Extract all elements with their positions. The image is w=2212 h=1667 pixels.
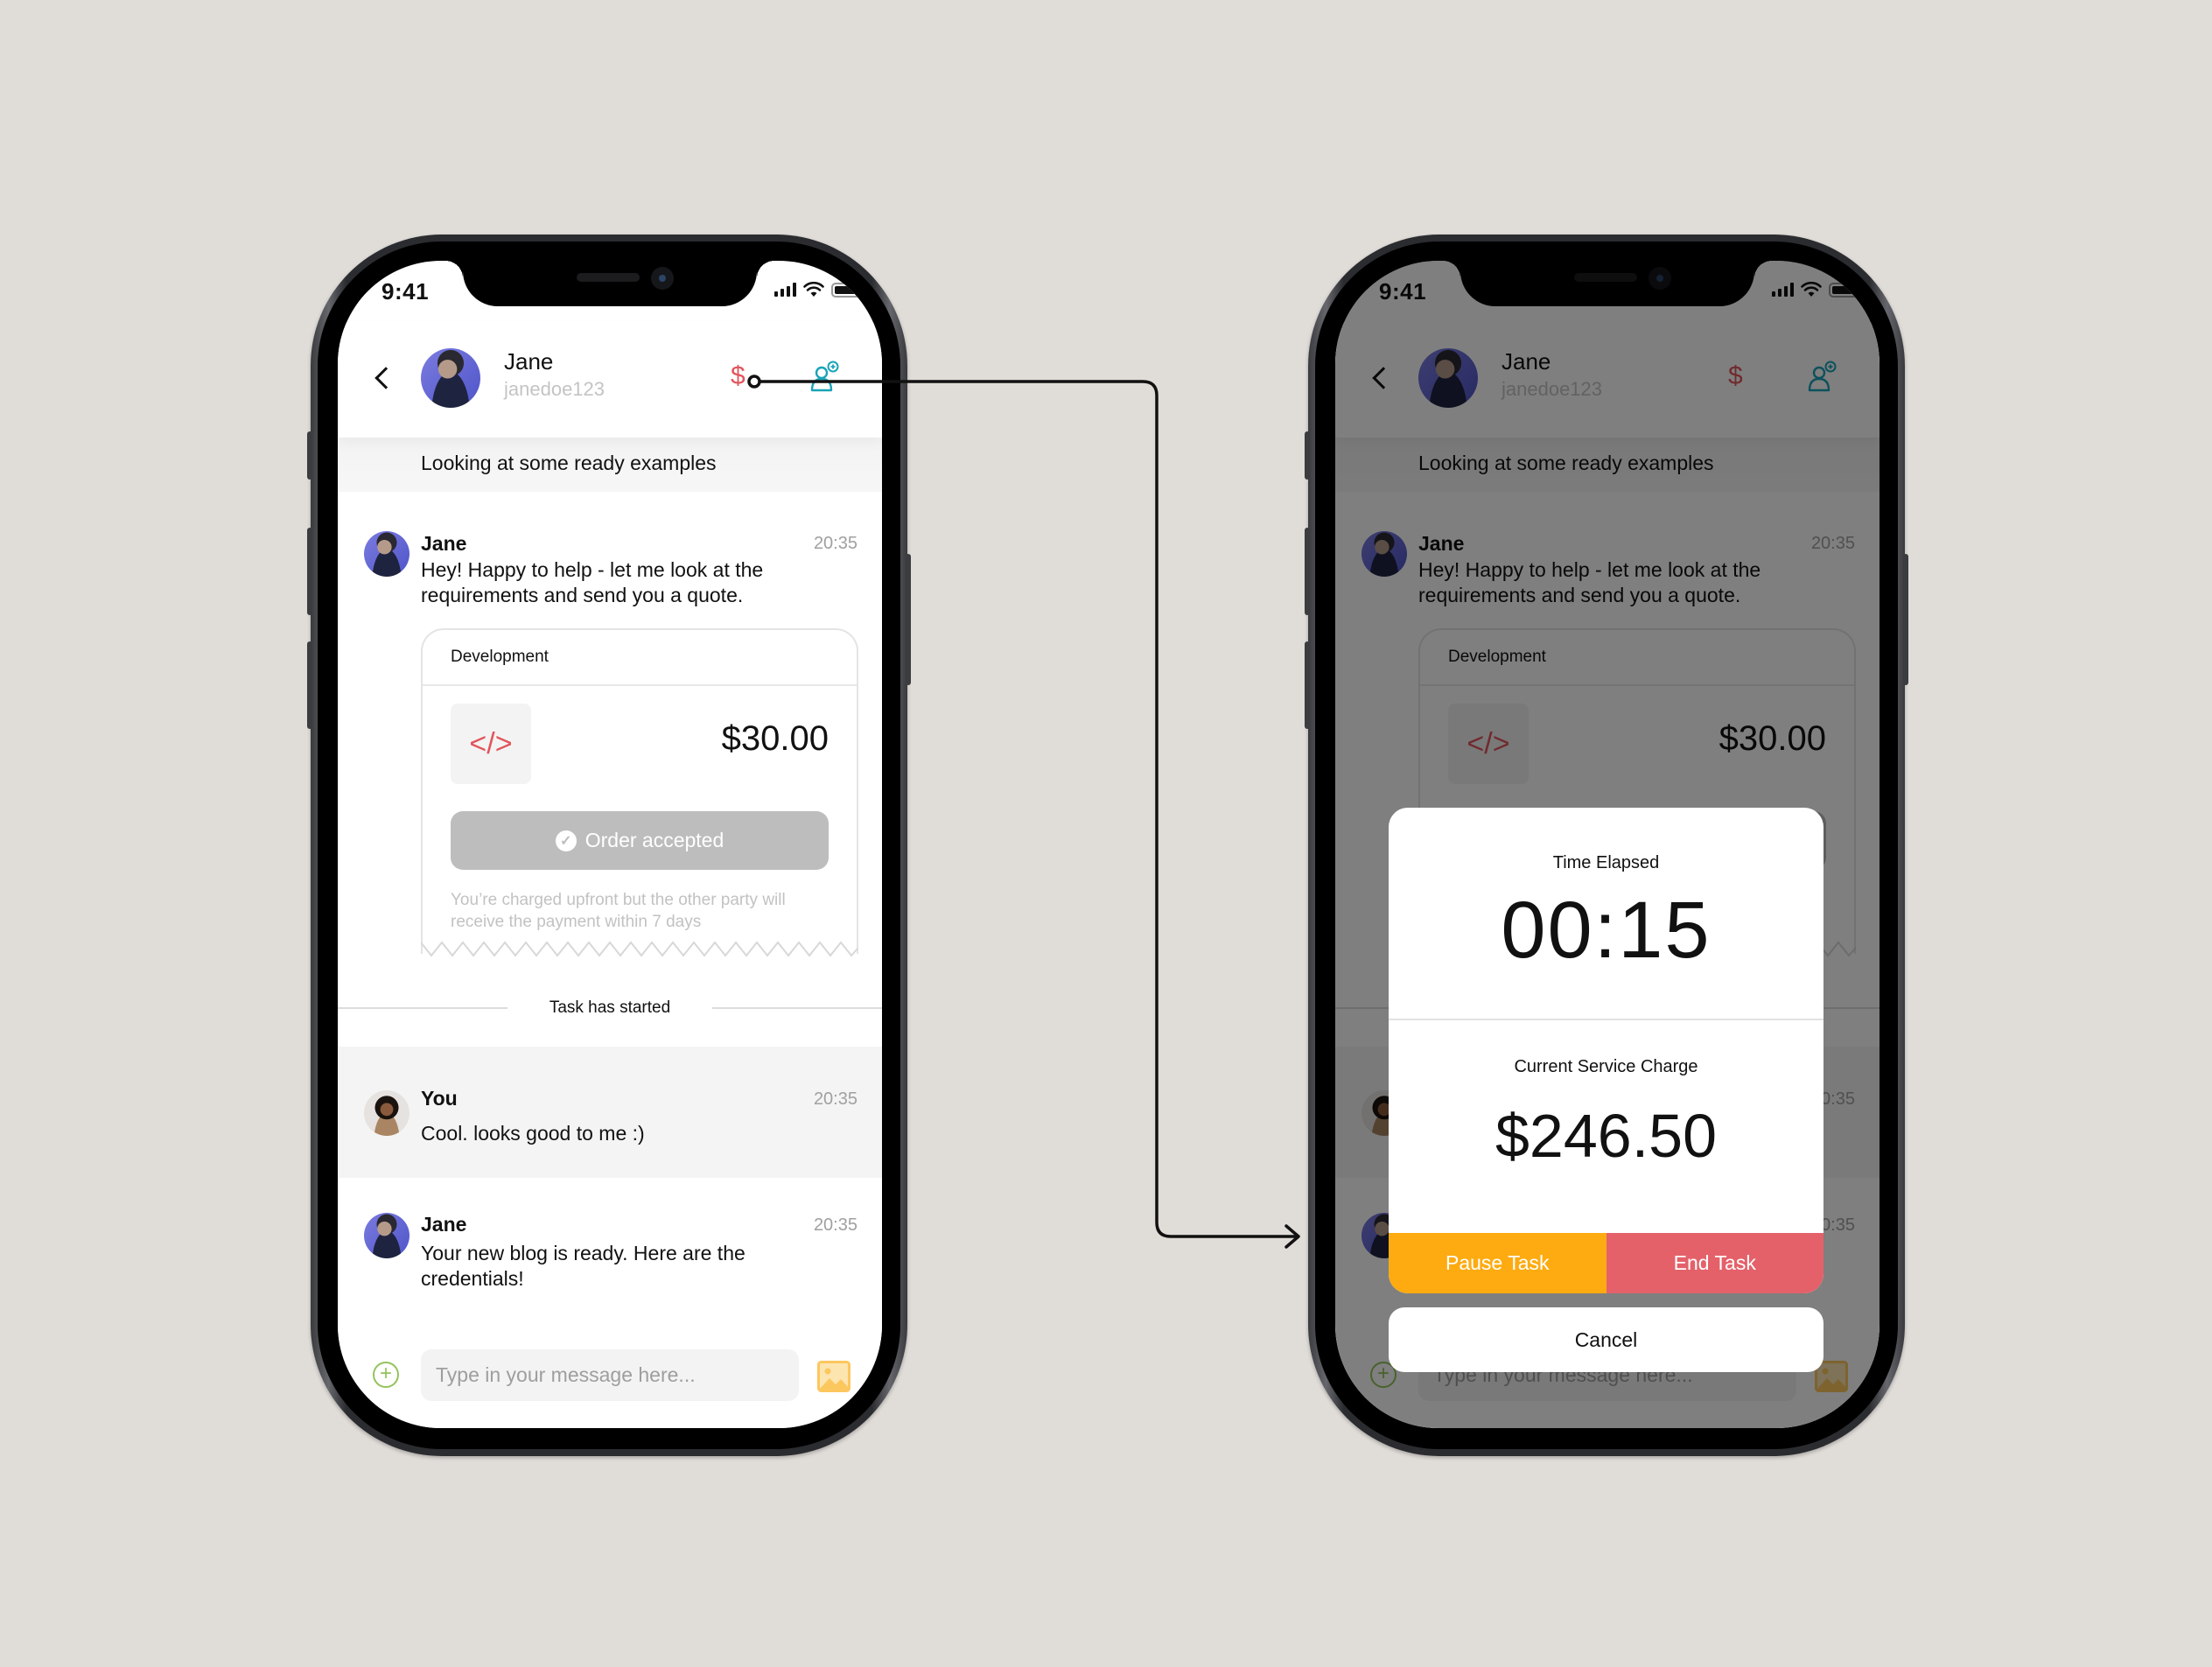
battery-icon — [831, 282, 865, 298]
volume-down-button — [1305, 641, 1310, 729]
code-icon: </> — [451, 704, 531, 784]
back-icon[interactable] — [374, 367, 397, 389]
power-button — [906, 554, 911, 685]
volume-up-button — [1305, 528, 1310, 615]
arrow-head-icon — [1284, 1224, 1300, 1249]
service-charge-value: $246.50 — [1494, 1102, 1718, 1170]
divider — [423, 684, 857, 686]
message-jane-2: Jane 20:35 Your new blog is ready. Here … — [338, 1178, 882, 1321]
modal-divider — [1389, 1019, 1824, 1020]
message-time: 20:35 — [813, 1215, 858, 1235]
contact-name: Jane — [504, 348, 554, 375]
sender-avatar — [364, 1213, 410, 1258]
phone-chat-screen: 9:41 Looking at some ready examples Jane… — [307, 235, 911, 1456]
sender-name: You — [421, 1087, 458, 1110]
end-task-button[interactable]: End Task — [1606, 1233, 1824, 1293]
time-elapsed-value: 00:15 — [1501, 886, 1712, 975]
check-circle-icon: ✓ — [555, 830, 577, 851]
contact-username: janedoe123 — [504, 378, 606, 400]
quote-card: Development </> $30.00 ✓ Order accepted … — [421, 628, 858, 957]
message-input[interactable] — [421, 1349, 799, 1401]
message-time: 20:35 — [813, 1089, 858, 1109]
camera — [651, 267, 674, 290]
message-text: Your new blog is ready. Here are the cre… — [421, 1242, 746, 1290]
wifi-icon — [803, 282, 824, 297]
message-you-1: You 20:35 Cool. looks good to me :) — [338, 1047, 882, 1178]
signal-icon — [774, 283, 796, 297]
order-accepted-button[interactable]: ✓ Order accepted — [451, 811, 829, 870]
volume-up-button — [307, 528, 312, 615]
task-timer-modal: Time Elapsed 00:15 Current Service Charg… — [1389, 808, 1824, 1293]
previous-message-text: Looking at some ready examples — [421, 452, 717, 474]
quote-price: $30.00 — [721, 719, 829, 758]
task-started-divider: Task has started — [338, 998, 882, 1017]
cancel-button[interactable]: Cancel — [1389, 1307, 1824, 1372]
phone-task-modal-screen: 9:41 Looking at some ready examples Jane… — [1305, 235, 1908, 1456]
payment-note: You’re charged upfront but the other par… — [451, 891, 786, 931]
divider-line-right — [712, 1007, 882, 1009]
add-user-icon[interactable] — [808, 361, 840, 392]
receipt-zigzag-edge — [421, 941, 858, 957]
time-elapsed-label: Time Elapsed — [1552, 853, 1660, 872]
message-time: 20:35 — [813, 534, 858, 553]
quote-title: Development — [451, 648, 549, 666]
order-accepted-label: Order accepted — [584, 829, 724, 851]
chat-header: Jane janedoe123 $ — [338, 322, 882, 438]
add-attachment-icon[interactable]: + — [373, 1362, 399, 1388]
sender-name: Jane — [421, 1213, 467, 1236]
sender-avatar — [364, 531, 410, 577]
service-charge-label: Current Service Charge — [1514, 1057, 1698, 1076]
screen: 9:41 Looking at some ready examples Jane… — [338, 261, 882, 1428]
mute-switch — [1305, 431, 1310, 480]
power-button — [1903, 554, 1908, 685]
sender-avatar — [364, 1090, 410, 1136]
speaker — [577, 273, 640, 282]
message-text: Hey! Happy to help - let me look at the … — [421, 558, 764, 606]
sender-name: Jane — [421, 532, 467, 555]
dollar-icon[interactable]: $ — [731, 361, 746, 391]
volume-down-button — [307, 641, 312, 729]
mute-switch — [307, 431, 312, 480]
image-icon[interactable] — [817, 1361, 850, 1392]
screen: 9:41 Looking at some ready examples Jane… — [1335, 261, 1880, 1428]
status-time: 9:41 — [382, 278, 430, 305]
pause-task-button[interactable]: Pause Task — [1389, 1233, 1606, 1293]
contact-avatar[interactable] — [421, 348, 480, 408]
modal-actions: Pause Task End Task — [1389, 1233, 1824, 1293]
composer: + — [338, 1321, 882, 1428]
message-text: Cool. looks good to me :) — [421, 1122, 645, 1145]
notch — [445, 261, 774, 306]
status-icons — [774, 282, 865, 298]
